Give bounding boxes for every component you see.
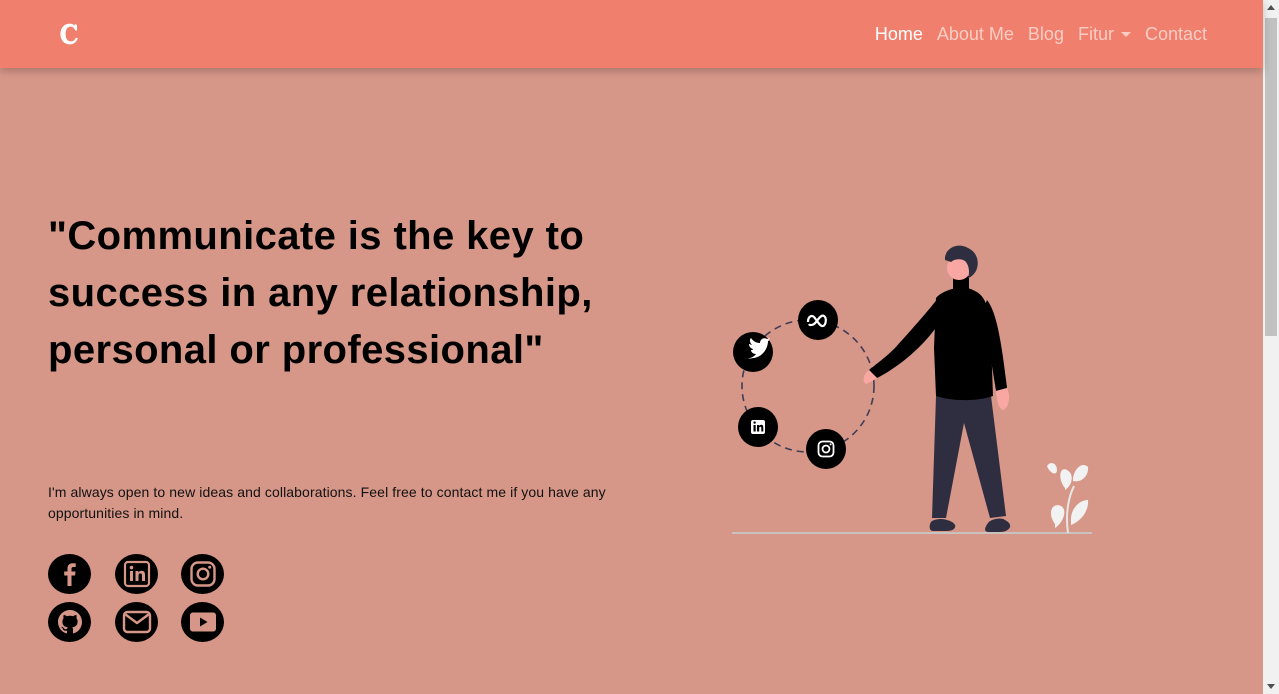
- linkedin-icon: [738, 407, 778, 447]
- mail-icon[interactable]: [115, 602, 158, 642]
- nav-about-me-label: About Me: [936, 23, 1014, 44]
- youtube-icon[interactable]: [181, 602, 224, 642]
- meta-icon: [798, 300, 838, 340]
- scrollbar[interactable]: [1263, 0, 1279, 694]
- facebook-icon[interactable]: [48, 554, 91, 594]
- instagram-icon: [806, 429, 846, 469]
- nav-about-me[interactable]: About Me: [937, 24, 1014, 45]
- nav-links: Home About Me Blog Fitur Contact: [861, 0, 1207, 68]
- hero-quote: "Communicate is the key to success in an…: [48, 214, 593, 372]
- nav-contact-label: Contact: [1144, 23, 1207, 44]
- github-icon[interactable]: [48, 602, 91, 642]
- nav-blog-label: Blog: [1027, 23, 1064, 44]
- caret-down-icon: [1120, 31, 1131, 37]
- nav-blog[interactable]: Blog: [1028, 24, 1064, 45]
- navbar: Home About Me Blog Fitur Contact: [0, 0, 1263, 68]
- illustration: [725, 238, 1100, 538]
- nav-contact[interactable]: Contact: [1145, 24, 1207, 45]
- nav-fitur-dropdown[interactable]: Fitur: [1078, 24, 1131, 45]
- nav-fitur-label: Fitur: [1077, 23, 1114, 44]
- person-figure: [863, 245, 1011, 532]
- instagram-icon[interactable]: [181, 554, 224, 594]
- scroll-thumb[interactable]: [1265, 18, 1277, 336]
- linkedin-icon[interactable]: [115, 554, 158, 594]
- hero-text: I'm always open to new ideas and collabo…: [48, 484, 606, 521]
- nav-home[interactable]: Home: [875, 24, 923, 45]
- plant: [1047, 463, 1089, 534]
- twitter-icon: [733, 332, 773, 372]
- brand-logo[interactable]: [57, 21, 83, 47]
- scroll-up-icon[interactable]: [1267, 5, 1275, 10]
- nav-home-label: Home: [874, 23, 923, 44]
- scroll-down-icon[interactable]: [1267, 684, 1275, 689]
